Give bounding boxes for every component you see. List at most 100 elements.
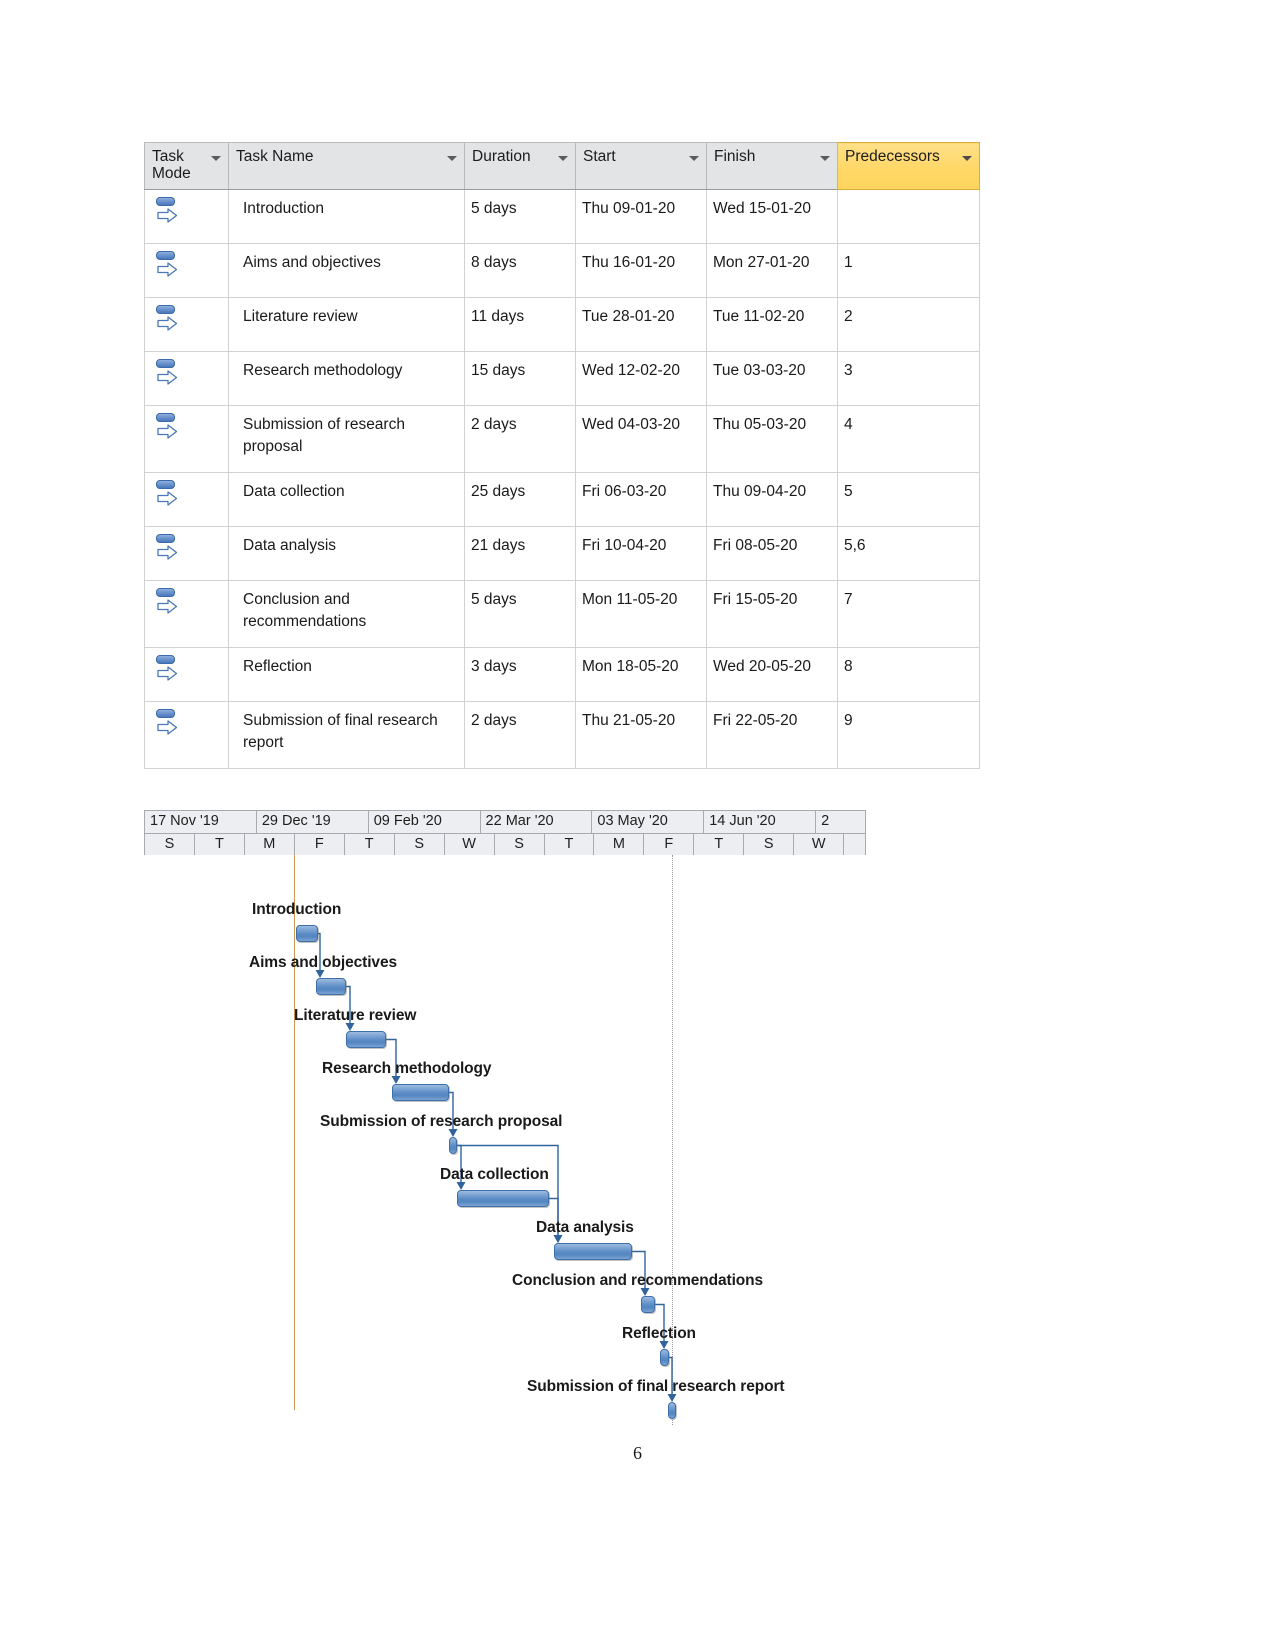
cell-predecessors[interactable] (837, 189, 980, 244)
filter-arrow-icon-duration[interactable] (558, 156, 568, 161)
table-row[interactable]: Data collection 25 days Fri 06-03-20 Thu 09… (144, 472, 980, 527)
cell-task-name[interactable]: Conclusion and recommendations (228, 580, 465, 648)
cell-predecessors[interactable]: 5,6 (837, 526, 980, 581)
cell-predecessors[interactable]: 8 (837, 647, 980, 702)
cell-task-name[interactable]: Aims and objectives (228, 243, 465, 298)
cell-task-mode[interactable] (144, 580, 229, 648)
table-row[interactable]: Submission of final research report 2 day… (144, 701, 980, 769)
column-header-finish[interactable]: Finish (706, 142, 838, 190)
cell-finish[interactable]: Mon 27-01-20 (706, 243, 838, 298)
filter-arrow-icon-start[interactable] (689, 156, 699, 161)
gantt-bar[interactable] (457, 1190, 549, 1207)
cell-finish[interactable]: Thu 05-03-20 (706, 405, 838, 473)
table-row[interactable]: Literature review 11 days Tue 28-01-20 Tue … (144, 297, 980, 352)
gantt-bar[interactable] (554, 1243, 632, 1260)
gantt-bar[interactable] (296, 925, 318, 942)
cell-duration[interactable]: 21 days (464, 526, 576, 581)
manually-scheduled-icon (154, 708, 180, 738)
cell-start[interactable]: Mon 18-05-20 (575, 647, 707, 702)
cell-duration[interactable]: 3 days (464, 647, 576, 702)
gantt-bar[interactable] (316, 978, 346, 995)
gantt-bar[interactable] (346, 1031, 386, 1048)
gantt-bar[interactable] (668, 1402, 676, 1419)
filter-arrow-icon-task-mode[interactable] (211, 156, 221, 161)
column-header-start[interactable]: Start (575, 142, 707, 190)
column-header-duration[interactable]: Duration (464, 142, 576, 190)
column-header-task-mode[interactable]: Task Mode (144, 142, 229, 190)
table-row[interactable]: Reflection 3 days Mon 18-05-20 Wed 20-05-20… (144, 647, 980, 702)
cell-start[interactable]: Fri 06-03-20 (575, 472, 707, 527)
table-row[interactable]: Research methodology 15 days Wed 12-02-20 T… (144, 351, 980, 406)
cell-task-name[interactable]: Research methodology (228, 351, 465, 406)
cell-task-name[interactable]: Reflection (228, 647, 465, 702)
timeline-minor-tick: M (594, 834, 645, 855)
cell-task-name[interactable]: Literature review (228, 297, 465, 352)
finish-text: Tue 03-03-20 (713, 362, 806, 379)
cell-start[interactable]: Mon 11-05-20 (575, 580, 707, 648)
manually-scheduled-icon (154, 533, 180, 563)
cell-duration[interactable]: 25 days (464, 472, 576, 527)
cell-task-mode[interactable] (144, 701, 229, 769)
gantt-bar[interactable] (449, 1137, 457, 1154)
task-name-text: Data collection (243, 483, 345, 500)
column-header-predecessors[interactable]: Predecessors (837, 142, 980, 190)
table-row[interactable]: Submission of research proposal 2 days Wed… (144, 405, 980, 473)
table-row[interactable]: Conclusion and recommendations 5 days Mon … (144, 580, 980, 648)
cell-duration[interactable]: 2 days (464, 405, 576, 473)
cell-predecessors[interactable]: 4 (837, 405, 980, 473)
cell-predecessors[interactable]: 3 (837, 351, 980, 406)
cell-start[interactable]: Fri 10-04-20 (575, 526, 707, 581)
cell-task-mode[interactable] (144, 472, 229, 527)
cell-predecessors[interactable]: 5 (837, 472, 980, 527)
cell-predecessors[interactable]: 9 (837, 701, 980, 769)
cell-finish[interactable]: Tue 03-03-20 (706, 351, 838, 406)
cell-predecessors[interactable]: 7 (837, 580, 980, 648)
table-row[interactable]: Aims and objectives 8 days Thu 16-01-20 Mon… (144, 243, 980, 298)
cell-predecessors[interactable]: 1 (837, 243, 980, 298)
cell-finish[interactable]: Wed 20-05-20 (706, 647, 838, 702)
cell-task-mode[interactable] (144, 526, 229, 581)
cell-task-mode[interactable] (144, 647, 229, 702)
filter-arrow-icon-task-name[interactable] (447, 156, 457, 161)
cell-start[interactable]: Thu 21-05-20 (575, 701, 707, 769)
cell-duration[interactable]: 2 days (464, 701, 576, 769)
cell-duration[interactable]: 5 days (464, 580, 576, 648)
gantt-bar[interactable] (392, 1084, 449, 1101)
cell-task-name[interactable]: Submission of final research report (228, 701, 465, 769)
cell-task-name[interactable]: Data analysis (228, 526, 465, 581)
cell-start[interactable]: Wed 04-03-20 (575, 405, 707, 473)
cell-duration[interactable]: 11 days (464, 297, 576, 352)
cell-finish[interactable]: Tue 11-02-20 (706, 297, 838, 352)
cell-start[interactable]: Thu 16-01-20 (575, 243, 707, 298)
column-header-task-name[interactable]: Task Name (228, 142, 465, 190)
cell-finish[interactable]: Wed 15-01-20 (706, 189, 838, 244)
task-name-text: Reflection (243, 658, 312, 675)
gantt-bar[interactable] (641, 1296, 655, 1313)
cell-task-mode[interactable] (144, 351, 229, 406)
cell-finish[interactable]: Fri 22-05-20 (706, 701, 838, 769)
table-row[interactable]: Data analysis 21 days Fri 10-04-20 Fri 08-0… (144, 526, 980, 581)
cell-task-mode[interactable] (144, 405, 229, 473)
table-row[interactable]: Introduction 5 days Thu 09-01-20 Wed 15-01-… (144, 189, 980, 244)
gantt-bar[interactable] (660, 1349, 669, 1366)
gantt-plot-area: Introduction Aims and objectives Literatur… (144, 855, 866, 1430)
cell-task-mode[interactable] (144, 297, 229, 352)
cell-finish[interactable]: Thu 09-04-20 (706, 472, 838, 527)
cell-finish[interactable]: Fri 08-05-20 (706, 526, 838, 581)
cell-duration[interactable]: 5 days (464, 189, 576, 244)
cell-task-name[interactable]: Submission of research proposal (228, 405, 465, 473)
cell-duration[interactable]: 15 days (464, 351, 576, 406)
cell-start[interactable]: Wed 12-02-20 (575, 351, 707, 406)
filter-arrow-icon-finish[interactable] (820, 156, 830, 161)
cell-task-name[interactable]: Introduction (228, 189, 465, 244)
filter-arrow-icon-predecessors[interactable] (962, 156, 972, 161)
cell-finish[interactable]: Fri 15-05-20 (706, 580, 838, 648)
cell-start[interactable]: Thu 09-01-20 (575, 189, 707, 244)
cell-task-mode[interactable] (144, 189, 229, 244)
cell-duration[interactable]: 8 days (464, 243, 576, 298)
cell-start[interactable]: Tue 28-01-20 (575, 297, 707, 352)
finish-text: Mon 27-01-20 (713, 254, 810, 271)
cell-predecessors[interactable]: 2 (837, 297, 980, 352)
cell-task-mode[interactable] (144, 243, 229, 298)
cell-task-name[interactable]: Data collection (228, 472, 465, 527)
